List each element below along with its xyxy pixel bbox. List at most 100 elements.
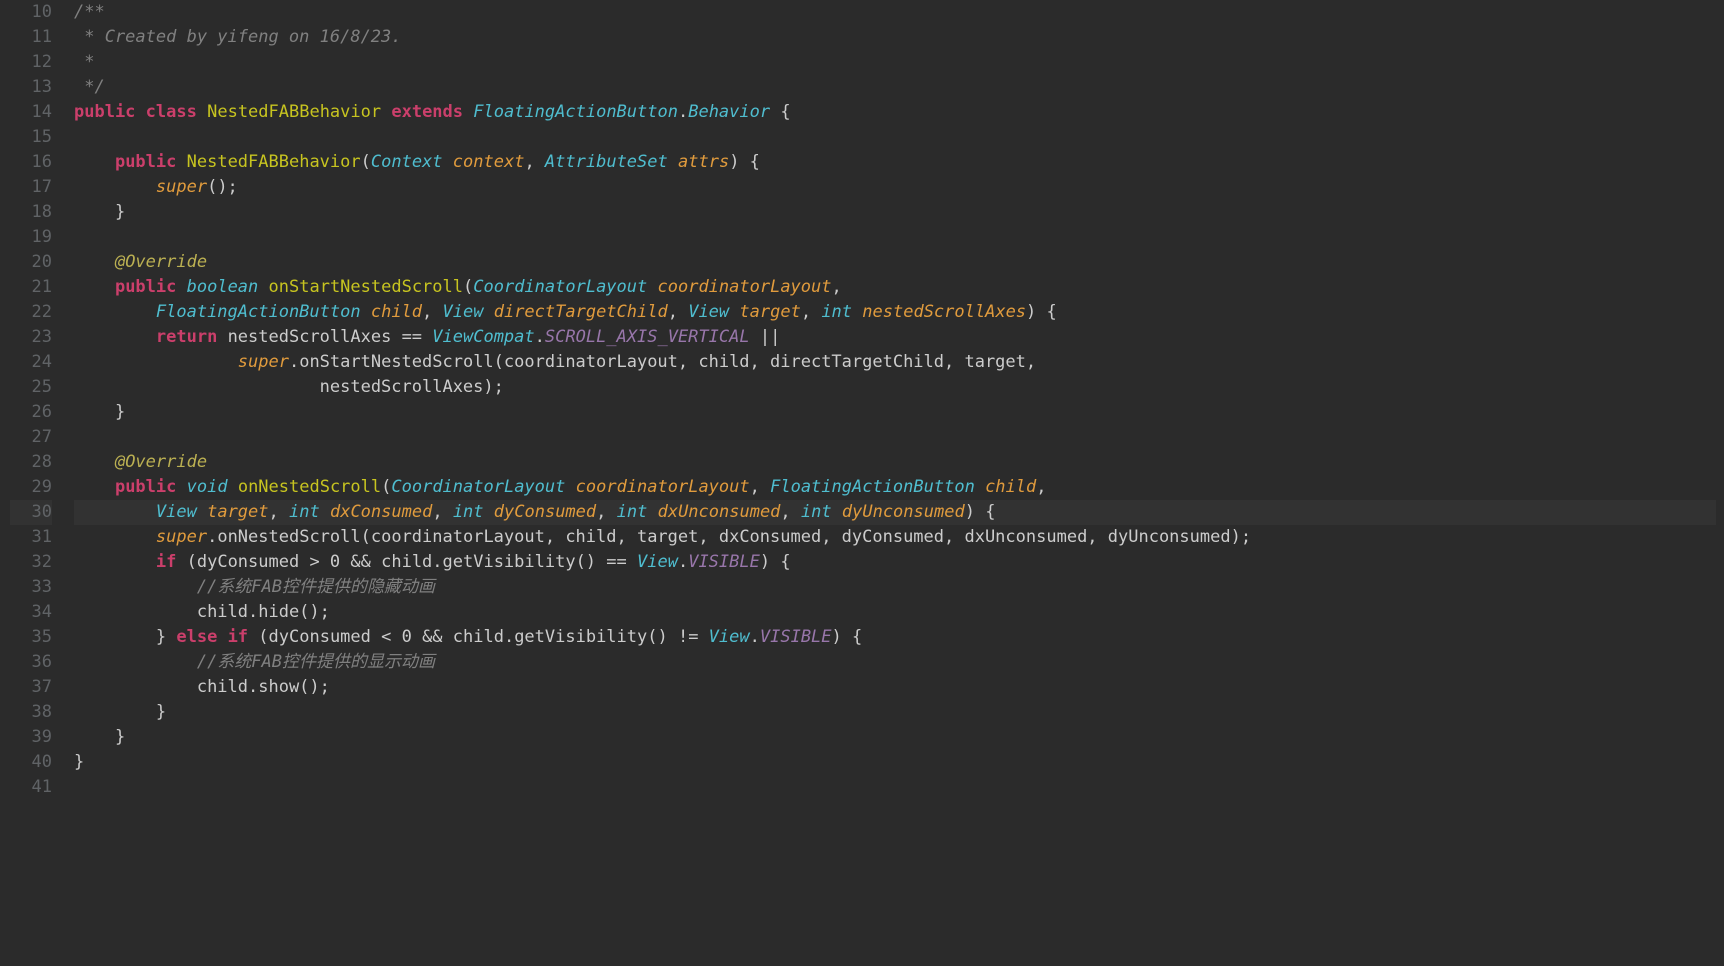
type-name: FloatingActionButton [156, 302, 361, 322]
code-line: */ [74, 75, 1716, 100]
super-call: super [156, 527, 207, 547]
type-name: View [709, 627, 750, 647]
line-number: 35 [10, 625, 52, 650]
constant: SCROLL_AXIS_VERTICAL [545, 327, 750, 347]
line-number: 10 [10, 0, 52, 25]
line-number: 26 [10, 400, 52, 425]
code-line: } [74, 725, 1716, 750]
keyword-else-if: else if [176, 627, 248, 647]
param: target [207, 502, 268, 522]
code-editor[interactable]: 1011121314151617181920212223242526272829… [0, 0, 1724, 966]
param: attrs [678, 152, 729, 172]
code-line [74, 425, 1716, 450]
keyword-public: public [74, 102, 135, 122]
line-number: 38 [10, 700, 52, 725]
param: child [371, 302, 422, 322]
line-number: 12 [10, 50, 52, 75]
keyword-public: public [115, 277, 176, 297]
param: target [739, 302, 800, 322]
type-name: View [688, 302, 729, 322]
code-line: if (dyConsumed > 0 && child.getVisibilit… [74, 550, 1716, 575]
keyword-if: if [156, 552, 176, 572]
code-line: public class NestedFABBehavior extends F… [74, 100, 1716, 125]
param: context [453, 152, 525, 172]
line-number: 31 [10, 525, 52, 550]
comment: */ [74, 77, 105, 97]
super-call: super [238, 352, 289, 372]
type-name: int [617, 502, 648, 522]
line-number: 18 [10, 200, 52, 225]
type-name: int [821, 302, 852, 322]
code-line: super.onNestedScroll(coordinatorLayout, … [74, 525, 1716, 550]
code-line: public void onNestedScroll(CoordinatorLa… [74, 475, 1716, 500]
super-call: super [156, 177, 207, 197]
line-number: 24 [10, 350, 52, 375]
code-line: FloatingActionButton child, View directT… [74, 300, 1716, 325]
code-line: nestedScrollAxes); [74, 375, 1716, 400]
line-number: 13 [10, 75, 52, 100]
code-line: * Created by yifeng on 16/8/23. [74, 25, 1716, 50]
keyword-return: return [156, 327, 217, 347]
type-name: int [453, 502, 484, 522]
comment: //系统FAB控件提供的隐藏动画 [197, 577, 435, 597]
code-area[interactable]: /** * Created by yifeng on 16/8/23. * */… [66, 0, 1724, 966]
type-name: View [443, 302, 484, 322]
comment: /** [74, 2, 105, 22]
method-name: onStartNestedScroll [269, 277, 463, 297]
keyword-public: public [115, 477, 176, 497]
constructor: NestedFABBehavior [187, 152, 361, 172]
keyword-extends: extends [391, 102, 463, 122]
return-type: boolean [187, 277, 259, 297]
param: dyConsumed [494, 502, 596, 522]
line-number: 34 [10, 600, 52, 625]
param: directTargetChild [494, 302, 668, 322]
type-name: View [637, 552, 678, 572]
type-name: Context [371, 152, 443, 172]
code-line-current: View target, int dxConsumed, int dyConsu… [74, 500, 1716, 525]
param: dxConsumed [330, 502, 432, 522]
code-line: //系统FAB控件提供的显示动画 [74, 650, 1716, 675]
class-name: NestedFABBehavior [207, 102, 381, 122]
param: coordinatorLayout [576, 477, 750, 497]
comment: //系统FAB控件提供的显示动画 [197, 652, 435, 672]
keyword-public: public [115, 152, 176, 172]
type-name: int [289, 502, 320, 522]
line-number: 41 [10, 775, 52, 800]
code-line: super.onStartNestedScroll(coordinatorLay… [74, 350, 1716, 375]
line-number: 20 [10, 250, 52, 275]
type-name: FloatingActionButton [473, 102, 678, 122]
line-number: 15 [10, 125, 52, 150]
line-number: 17 [10, 175, 52, 200]
code-line [74, 775, 1716, 800]
comment: * Created by yifeng on 16/8/23. [74, 27, 402, 47]
type-name: AttributeSet [545, 152, 668, 172]
param: nestedScrollAxes [862, 302, 1026, 322]
type-name: View [156, 502, 197, 522]
param: child [985, 477, 1036, 497]
annotation: @Override [115, 252, 207, 272]
line-number: 32 [10, 550, 52, 575]
line-number: 14 [10, 100, 52, 125]
code-line: public NestedFABBehavior(Context context… [74, 150, 1716, 175]
code-line: } [74, 200, 1716, 225]
line-number: 40 [10, 750, 52, 775]
code-line [74, 225, 1716, 250]
line-number: 39 [10, 725, 52, 750]
constant: VISIBLE [760, 627, 832, 647]
comment: * [74, 52, 94, 72]
keyword-class: class [146, 102, 197, 122]
line-number: 25 [10, 375, 52, 400]
line-number: 37 [10, 675, 52, 700]
param: dyUnconsumed [842, 502, 965, 522]
code-line: } [74, 700, 1716, 725]
code-line: child.hide(); [74, 600, 1716, 625]
line-gutter: 1011121314151617181920212223242526272829… [0, 0, 66, 966]
type-name: ViewCompat [432, 327, 534, 347]
code-line: //系统FAB控件提供的隐藏动画 [74, 575, 1716, 600]
code-line: super(); [74, 175, 1716, 200]
line-number: 23 [10, 325, 52, 350]
method-name: onNestedScroll [238, 477, 381, 497]
code-line: public boolean onStartNestedScroll(Coord… [74, 275, 1716, 300]
code-line: @Override [74, 450, 1716, 475]
param: dxUnconsumed [658, 502, 781, 522]
